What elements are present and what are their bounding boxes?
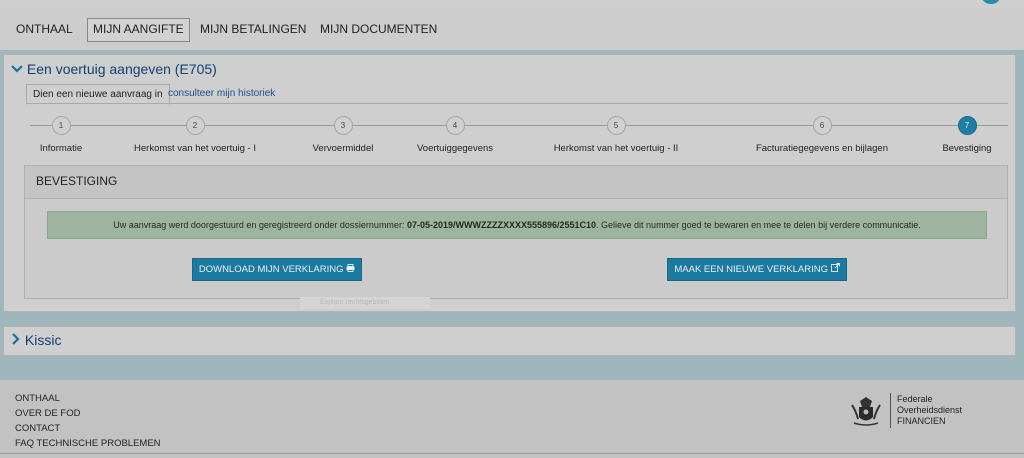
printer-icon bbox=[346, 264, 355, 275]
footer-link-faq[interactable]: FAQ TECHNISCHE PROBLEMEN bbox=[15, 438, 161, 449]
step-number: 2 bbox=[185, 116, 205, 135]
download-declaration-button[interactable]: DOWNLOAD MIJN VERKLARING bbox=[192, 258, 362, 281]
dossier-number: 07-05-2019/WWWZZZZXXXX555896/2551C10 bbox=[406, 220, 597, 230]
nav-item-mijn-aangifte[interactable]: MIJN AANGIFTE bbox=[87, 18, 190, 42]
declaration-panel-header[interactable]: Een voertuig aangeven (E705) bbox=[11, 61, 217, 77]
main-nav: ONTHAAL MIJN AANGIFTE MIJN BETALINGEN MI… bbox=[0, 8, 1024, 50]
kissic-panel[interactable] bbox=[3, 326, 1016, 356]
step-number: 5 bbox=[606, 116, 626, 135]
chevron-right-icon bbox=[11, 332, 21, 348]
brand-line-2: Overheidsdienst bbox=[897, 405, 963, 415]
footer-divider bbox=[0, 453, 1024, 454]
footer-link-contact[interactable]: CONTACT bbox=[15, 423, 60, 434]
step-7: 7 Bevestiging bbox=[867, 116, 1024, 154]
belgian-coat-of-arms-icon[interactable] bbox=[848, 393, 884, 429]
confirmation-title: BEVESTIGING bbox=[36, 174, 118, 188]
download-button-label: DOWNLOAD MIJN VERKLARING bbox=[198, 264, 344, 275]
step-label: Bevestiging bbox=[942, 143, 992, 154]
step-number: 4 bbox=[445, 116, 465, 135]
faint-overlay-text: Explore rechtsgebiden bbox=[300, 297, 430, 309]
footer-link-over-de-fod[interactable]: OVER DE FOD bbox=[15, 408, 80, 419]
step-number: 3 bbox=[333, 116, 353, 135]
external-link-icon bbox=[830, 263, 840, 275]
confirmation-box: BEVESTIGING Uw aanvraag werd doorgestuur… bbox=[24, 165, 1008, 299]
nav-item-mijn-documenten[interactable]: MIJN DOCUMENTEN bbox=[315, 18, 442, 40]
kissic-panel-header[interactable]: Kissic bbox=[11, 332, 61, 348]
tab-divider bbox=[26, 103, 1008, 104]
brand-line-3: FINANCIEN bbox=[897, 416, 946, 426]
nav-item-onthaal[interactable]: ONTHAAL bbox=[11, 18, 78, 40]
step-number: 6 bbox=[812, 116, 832, 135]
tab-new-request[interactable]: Dien een nieuwe aanvraag in bbox=[26, 84, 170, 105]
new-button-label: MAAK EEN NIEUWE VERKLARING bbox=[674, 264, 828, 275]
fod-brand-text: Federale Overheidsdienst FINANCIEN bbox=[897, 394, 962, 427]
success-message-suffix: . Gelieve dit nummer goed te bewaren en … bbox=[596, 220, 921, 230]
top-strip bbox=[0, 0, 1024, 8]
step-number: 7 bbox=[957, 116, 977, 135]
step-label: Herkomst van het voertuig - II bbox=[553, 143, 679, 154]
step-number: 1 bbox=[51, 116, 71, 135]
step-5: 5 Herkomst van het voertuig - II bbox=[516, 116, 716, 154]
nav-item-mijn-betalingen[interactable]: MIJN BETALINGEN bbox=[195, 18, 311, 40]
confirmation-header: BEVESTIGING bbox=[25, 166, 1007, 199]
footer-link-onthaal[interactable]: ONTHAAL bbox=[15, 393, 60, 404]
success-alert: Uw aanvraag werd doorgestuurd en geregis… bbox=[47, 211, 987, 239]
new-declaration-button[interactable]: MAAK EEN NIEUWE VERKLARING bbox=[667, 258, 847, 281]
kissic-panel-title: Kissic bbox=[24, 332, 62, 348]
success-message-prefix: Uw aanvraag werd doorgestuurd en geregis… bbox=[113, 220, 407, 230]
chevron-down-icon bbox=[11, 61, 23, 77]
declaration-panel-title: Een voertuig aangeven (E705) bbox=[26, 61, 217, 77]
tab-history[interactable]: consulteer mijn historiek bbox=[162, 84, 281, 103]
logo-separator bbox=[890, 393, 891, 428]
brand-line-1: Federale bbox=[897, 394, 933, 404]
